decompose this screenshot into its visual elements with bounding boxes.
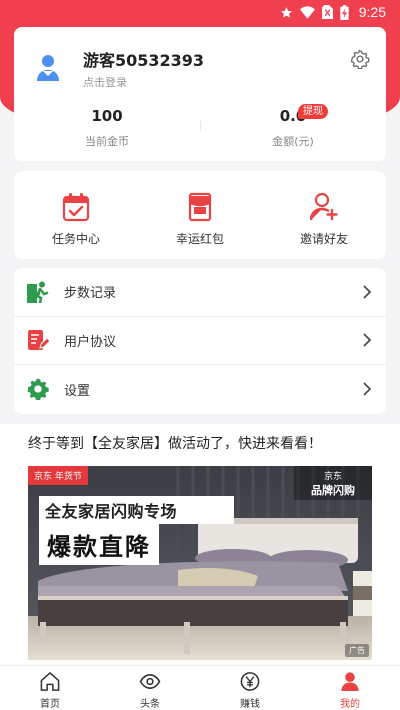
task-center-label: 任务中心 <box>51 232 100 246</box>
gear-icon <box>27 379 49 401</box>
status-bar: 9:25 <box>0 0 400 24</box>
tab-headlines-label: 头条 <box>140 699 160 710</box>
feature-grid: 任务中心 幸运红包 邀请好友 <box>14 171 386 259</box>
coins-stat[interactable]: 100 当前金币 <box>14 107 200 149</box>
wifi-icon <box>299 5 315 19</box>
step-record-label: 步数记录 <box>64 286 117 302</box>
balance-stat[interactable]: 0.0 金额(元) <box>200 107 386 149</box>
tab-mine-label: 我的 <box>340 699 360 710</box>
tab-mine[interactable]: 我的 <box>300 666 400 710</box>
invite-user-icon <box>310 192 338 221</box>
yen-coin-icon <box>240 672 260 691</box>
invite-friends-label: 邀请好友 <box>299 232 348 246</box>
bottom-tab-bar: 首页 头条 赚钱 我的 <box>0 665 400 710</box>
list-item-user-agreement[interactable]: 用户协议 <box>14 317 386 366</box>
chevron-right-icon <box>363 382 372 397</box>
ad-subheadline: 爆款直降 <box>47 533 151 561</box>
battery-charging-icon <box>340 4 349 20</box>
ad-banner[interactable]: 京东 年货节 京东 品牌闪购 全友家居闪购专场 爆款直降 广告 <box>28 466 372 660</box>
red-envelope-icon <box>188 192 212 222</box>
withdraw-badge[interactable]: 提现 <box>298 104 328 119</box>
star-icon <box>280 6 292 18</box>
settings-label: 设置 <box>64 383 91 399</box>
profile-card: 游客50532393 点击登录 100 当前金币 0.0 金额(元) 提现 <box>14 27 386 161</box>
ad-jd-flash-logo: 京东 品牌闪购 <box>294 466 372 500</box>
eye-icon <box>139 674 161 689</box>
profile-icon <box>341 672 359 692</box>
task-calendar-icon <box>62 193 90 222</box>
walking-person-icon <box>27 281 49 303</box>
ad-subheadline-box: 爆款直降 <box>39 524 159 565</box>
tab-home-label: 首页 <box>40 699 60 710</box>
list-item-settings[interactable]: 设置 <box>14 365 386 414</box>
chevron-right-icon <box>363 285 372 299</box>
promo-section: 终于等到【全友家居】做活动了，快进来看看！ 京东 年货节 京东 品牌闪购 全友家… <box>0 424 400 665</box>
document-edit-icon <box>28 330 49 351</box>
invite-friends-button[interactable]: 邀请好友 <box>262 171 386 259</box>
list-item-step-record[interactable]: 步数记录 <box>14 268 386 317</box>
lucky-red-envelope-label: 幸运红包 <box>175 232 224 246</box>
tab-earn[interactable]: 赚钱 <box>200 666 300 710</box>
lucky-red-envelope-button[interactable]: 幸运红包 <box>138 171 262 259</box>
tab-headlines[interactable]: 头条 <box>100 666 200 710</box>
tab-home[interactable]: 首页 <box>0 666 100 710</box>
ad-headline: 全友家居闪购专场 <box>45 502 178 521</box>
avatar-icon[interactable] <box>36 54 60 82</box>
settings-gear-icon[interactable] <box>350 49 370 69</box>
username[interactable]: 游客50532393 <box>83 47 204 71</box>
task-center-button[interactable]: 任务中心 <box>14 171 138 259</box>
ad-jd-main: 品牌闪购 <box>311 484 355 497</box>
chevron-right-icon <box>363 333 372 347</box>
no-sim-icon <box>321 5 333 19</box>
menu-list: 步数记录 用户协议 设置 <box>14 268 386 414</box>
ad-badge: 广告 <box>345 644 369 657</box>
coins-label: 当前金币 <box>85 135 129 148</box>
user-agreement-label: 用户协议 <box>64 334 117 350</box>
ad-brand-tag: 京东 年货节 <box>28 466 88 485</box>
tab-earn-label: 赚钱 <box>240 699 260 710</box>
promo-title[interactable]: 终于等到【全友家居】做活动了，快进来看看！ <box>28 433 322 453</box>
home-icon <box>40 672 60 691</box>
ad-jd-top: 京东 <box>323 472 342 482</box>
status-time: 9:25 <box>358 4 386 20</box>
login-link[interactable]: 点击登录 <box>83 74 127 90</box>
coins-value: 100 <box>91 107 123 125</box>
ad-headline-box: 全友家居闪购专场 <box>39 496 234 524</box>
balance-label: 金额(元) <box>272 135 314 148</box>
balance-value: 0.0 <box>279 107 307 125</box>
